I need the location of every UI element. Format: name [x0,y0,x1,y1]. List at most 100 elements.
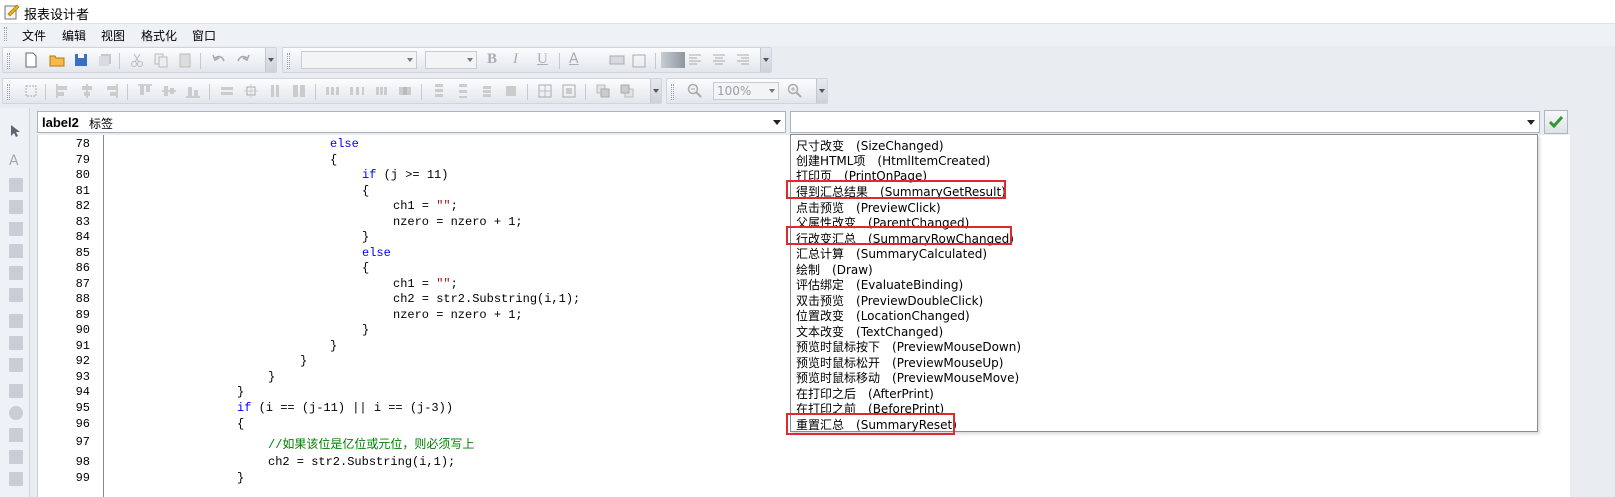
italic-icon[interactable]: I [513,51,529,67]
picture-tool-icon[interactable] [9,222,23,236]
align-left-icon[interactable] [687,52,703,68]
center-horizontally-icon[interactable] [537,83,553,99]
event-option[interactable]: 双击预览 (PreviewDoubleClick) [796,292,983,308]
event-option[interactable]: 绘制 (Draw) [796,261,873,277]
subreport-tool-icon[interactable] [9,428,23,442]
event-option-en-label: (HtmlItemCreated) [877,154,991,168]
save-all-icon[interactable] [97,52,113,68]
align-right-icon[interactable] [735,52,751,68]
undo-icon[interactable] [211,52,227,68]
new-file-icon[interactable] [23,52,39,68]
chart-tool-icon[interactable] [9,384,23,398]
event-option[interactable]: 预览时鼠标按下 (PreviewMouseDown) [796,338,1021,354]
toolbar-grip[interactable] [671,84,674,100]
toolbar-overflow-button[interactable] [816,79,827,103]
event-option[interactable]: 在打印之后 (AfterPrint) [796,385,934,401]
align-middles-icon[interactable] [161,83,177,99]
event-option[interactable]: 点击预览 (PreviewClick) [796,199,941,215]
menu-view[interactable]: 视图 [101,27,125,44]
format-toolbar: B I U A [282,47,772,73]
font-size-combo[interactable] [425,51,477,69]
bold-icon[interactable]: B [487,51,503,67]
copy-icon[interactable] [153,52,169,68]
highlight-color-icon[interactable] [609,53,625,69]
event-option-cn-label: 点击预览 [796,201,845,215]
size-to-grid-icon[interactable] [243,83,259,99]
toolbar-overflow-button[interactable] [760,48,771,72]
align-tops-icon[interactable] [137,83,153,99]
toolbar-grip[interactable] [7,53,10,69]
chevron-down-icon[interactable] [773,120,781,125]
same-height-icon[interactable] [267,83,283,99]
label-tool-icon[interactable]: A [9,153,19,169]
bring-to-front-icon[interactable] [595,83,611,99]
event-option[interactable]: 预览时鼠标松开 (PreviewMouseUp) [796,354,1003,370]
pageinfo-tool-icon[interactable] [9,472,23,486]
align-bottoms-icon[interactable] [185,83,201,99]
vertical-spacing-equal-icon[interactable] [431,83,447,99]
center-vertically-icon[interactable] [561,83,577,99]
crosstab-tool-icon[interactable] [9,288,23,302]
cut-icon[interactable] [129,52,145,68]
decrease-horizontal-spacing-icon[interactable] [373,83,389,99]
horizontal-spacing-equal-icon[interactable] [325,83,341,99]
shape-tool-icon[interactable] [9,336,23,350]
toolbar-overflow-button[interactable] [265,48,276,72]
remove-format-icon[interactable] [631,53,647,69]
event-option[interactable]: 位置改变 (LocationChanged) [796,307,970,323]
menu-grip[interactable] [4,27,7,41]
align-to-grid-icon[interactable] [23,83,39,99]
font-name-combo[interactable] [301,51,417,69]
redo-icon[interactable] [235,52,251,68]
event-option[interactable]: 预览时鼠标移动 (PreviewMouseMove) [796,369,1019,385]
event-option[interactable]: 评估绑定 (EvaluateBinding) [796,276,963,292]
line-tool-icon[interactable] [9,314,23,328]
increase-horizontal-spacing-icon[interactable] [349,83,365,99]
table-tool-icon[interactable] [9,266,23,280]
chevron-down-icon[interactable] [1527,120,1535,125]
event-option[interactable]: 汇总计算 (SummaryCalculated) [796,245,987,261]
menu-file[interactable]: 文件 [22,27,46,44]
checkbox-tool-icon[interactable] [9,178,23,192]
open-folder-icon[interactable] [49,52,65,68]
toolbar-overflow-button[interactable] [650,79,661,103]
remove-vertical-spacing-icon[interactable] [503,83,519,99]
paste-icon[interactable] [177,52,193,68]
zoom-in-icon[interactable] [787,83,803,99]
send-to-back-icon[interactable] [619,83,635,99]
same-width-icon[interactable] [219,83,235,99]
toolbar-grip[interactable] [287,53,290,69]
decrease-vertical-spacing-icon[interactable] [479,83,495,99]
menu-format[interactable]: 格式化 [141,27,177,44]
menu-window[interactable]: 窗口 [192,27,216,44]
save-icon[interactable] [73,52,89,68]
richtext-tool-icon[interactable] [9,200,23,214]
event-option[interactable]: 尺寸改变 (SizeChanged) [796,137,944,153]
font-color-icon[interactable]: A [569,51,585,67]
event-selector-combo[interactable] [790,111,1540,133]
object-selector-combo[interactable] [37,111,786,133]
align-center-icon[interactable] [711,52,727,68]
apply-button[interactable] [1544,110,1568,134]
same-size-icon[interactable] [291,83,307,99]
pagebreak-tool-icon[interactable] [9,450,23,464]
pointer-tool-icon[interactable] [8,124,22,138]
underline-icon[interactable]: U [537,51,553,67]
event-option[interactable]: 创建HTML项 (HtmlItemCreated) [796,152,991,168]
increase-vertical-spacing-icon[interactable] [455,83,471,99]
barcode-tool-icon[interactable] [9,358,23,372]
background-color-swatch[interactable] [661,52,685,68]
align-lefts-icon[interactable] [55,83,71,99]
toolbar-grip[interactable] [7,84,10,100]
align-centers-icon[interactable] [79,83,95,99]
code-line: } [237,471,245,485]
gauge-tool-icon[interactable] [9,406,23,420]
remove-horizontal-spacing-icon[interactable] [397,83,413,99]
code-line: ch1 = ""; [393,199,458,213]
event-option[interactable]: 文本改变 (TextChanged) [796,323,943,339]
zoom-combo[interactable]: 100% [713,82,779,100]
panel-tool-icon[interactable] [9,244,23,258]
zoom-out-icon[interactable] [687,83,703,99]
menu-edit[interactable]: 编辑 [62,27,86,44]
align-rights-icon[interactable] [103,83,119,99]
